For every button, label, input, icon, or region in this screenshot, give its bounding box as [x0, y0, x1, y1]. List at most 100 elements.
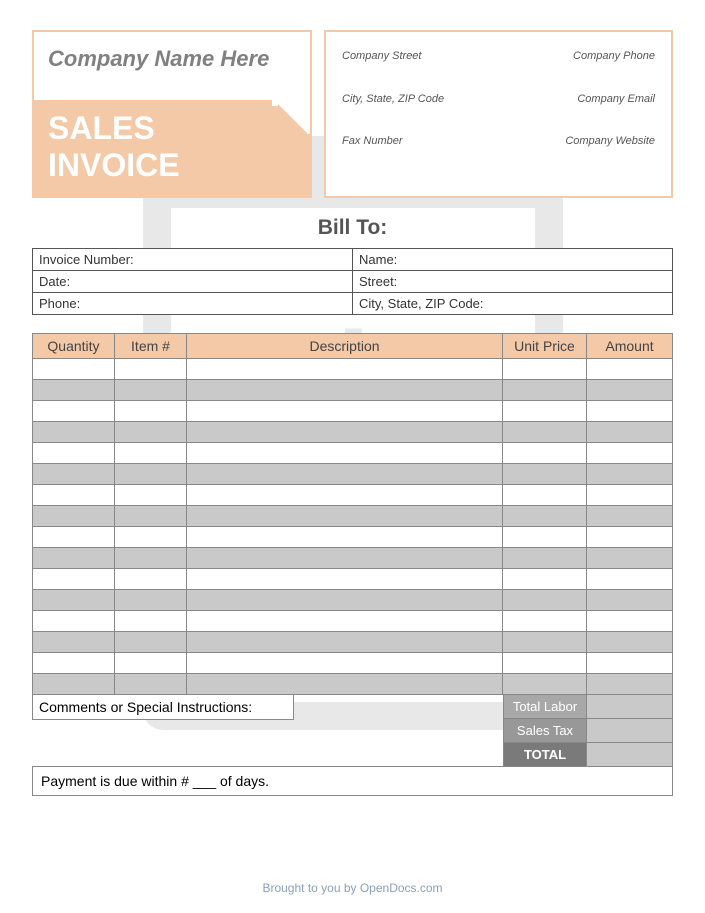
table-cell[interactable] — [187, 422, 503, 443]
table-cell[interactable] — [503, 485, 587, 506]
table-cell[interactable] — [503, 527, 587, 548]
table-cell[interactable] — [503, 359, 587, 380]
table-cell[interactable] — [187, 590, 503, 611]
table-row[interactable] — [33, 674, 673, 695]
table-cell[interactable] — [587, 653, 673, 674]
table-cell[interactable] — [587, 422, 673, 443]
bill-street-label[interactable]: Street: — [353, 271, 673, 293]
table-cell[interactable] — [587, 359, 673, 380]
table-cell[interactable] — [587, 506, 673, 527]
table-cell[interactable] — [33, 380, 115, 401]
table-row[interactable] — [33, 611, 673, 632]
table-cell[interactable] — [187, 527, 503, 548]
table-cell[interactable] — [33, 632, 115, 653]
table-cell[interactable] — [187, 380, 503, 401]
table-row[interactable] — [33, 653, 673, 674]
table-cell[interactable] — [503, 548, 587, 569]
table-cell[interactable] — [587, 485, 673, 506]
table-cell[interactable] — [115, 653, 187, 674]
table-row[interactable] — [33, 359, 673, 380]
table-cell[interactable] — [115, 569, 187, 590]
table-cell[interactable] — [503, 632, 587, 653]
table-cell[interactable] — [187, 653, 503, 674]
table-cell[interactable] — [187, 359, 503, 380]
table-cell[interactable] — [33, 464, 115, 485]
table-row[interactable] — [33, 548, 673, 569]
table-cell[interactable] — [587, 611, 673, 632]
table-cell[interactable] — [587, 632, 673, 653]
table-row[interactable] — [33, 443, 673, 464]
date-label[interactable]: Date: — [33, 271, 353, 293]
table-cell[interactable] — [587, 443, 673, 464]
table-row[interactable] — [33, 485, 673, 506]
table-cell[interactable] — [187, 611, 503, 632]
table-cell[interactable] — [115, 527, 187, 548]
table-cell[interactable] — [187, 674, 503, 695]
table-cell[interactable] — [33, 443, 115, 464]
table-cell[interactable] — [115, 611, 187, 632]
table-cell[interactable] — [187, 485, 503, 506]
table-cell[interactable] — [115, 590, 187, 611]
table-cell[interactable] — [503, 506, 587, 527]
table-cell[interactable] — [587, 464, 673, 485]
invoice-number-label[interactable]: Invoice Number: — [33, 249, 353, 271]
table-row[interactable] — [33, 527, 673, 548]
table-row[interactable] — [33, 401, 673, 422]
table-row[interactable] — [33, 506, 673, 527]
table-cell[interactable] — [503, 380, 587, 401]
table-cell[interactable] — [33, 359, 115, 380]
table-cell[interactable] — [115, 422, 187, 443]
table-cell[interactable] — [587, 401, 673, 422]
table-cell[interactable] — [33, 653, 115, 674]
table-cell[interactable] — [33, 590, 115, 611]
table-cell[interactable] — [187, 401, 503, 422]
table-cell[interactable] — [115, 443, 187, 464]
table-cell[interactable] — [33, 422, 115, 443]
table-cell[interactable] — [587, 590, 673, 611]
table-row[interactable] — [33, 632, 673, 653]
table-row[interactable] — [33, 422, 673, 443]
bill-name-label[interactable]: Name: — [353, 249, 673, 271]
table-cell[interactable] — [115, 548, 187, 569]
table-cell[interactable] — [115, 359, 187, 380]
table-cell[interactable] — [33, 674, 115, 695]
table-cell[interactable] — [187, 548, 503, 569]
table-row[interactable] — [33, 380, 673, 401]
table-cell[interactable] — [503, 590, 587, 611]
table-cell[interactable] — [115, 674, 187, 695]
table-cell[interactable] — [503, 611, 587, 632]
table-cell[interactable] — [115, 485, 187, 506]
grand-total-value[interactable] — [587, 743, 673, 767]
table-cell[interactable] — [503, 674, 587, 695]
table-cell[interactable] — [33, 548, 115, 569]
sales-tax-value[interactable] — [587, 719, 673, 743]
table-cell[interactable] — [115, 401, 187, 422]
table-cell[interactable] — [115, 632, 187, 653]
table-cell[interactable] — [587, 569, 673, 590]
table-cell[interactable] — [187, 506, 503, 527]
table-cell[interactable] — [33, 485, 115, 506]
bill-city-label[interactable]: City, State, ZIP Code: — [353, 293, 673, 315]
table-cell[interactable] — [503, 443, 587, 464]
comments-label[interactable]: Comments or Special Instructions: — [32, 695, 294, 720]
table-cell[interactable] — [187, 464, 503, 485]
table-cell[interactable] — [115, 506, 187, 527]
table-cell[interactable] — [503, 569, 587, 590]
table-cell[interactable] — [33, 569, 115, 590]
table-cell[interactable] — [33, 401, 115, 422]
table-row[interactable] — [33, 590, 673, 611]
table-cell[interactable] — [33, 527, 115, 548]
table-cell[interactable] — [503, 653, 587, 674]
table-cell[interactable] — [503, 464, 587, 485]
table-cell[interactable] — [187, 443, 503, 464]
table-row[interactable] — [33, 464, 673, 485]
table-cell[interactable] — [587, 527, 673, 548]
table-cell[interactable] — [587, 674, 673, 695]
table-cell[interactable] — [503, 401, 587, 422]
table-cell[interactable] — [33, 506, 115, 527]
phone-label[interactable]: Phone: — [33, 293, 353, 315]
table-row[interactable] — [33, 569, 673, 590]
table-cell[interactable] — [115, 464, 187, 485]
table-cell[interactable] — [587, 548, 673, 569]
table-cell[interactable] — [33, 611, 115, 632]
